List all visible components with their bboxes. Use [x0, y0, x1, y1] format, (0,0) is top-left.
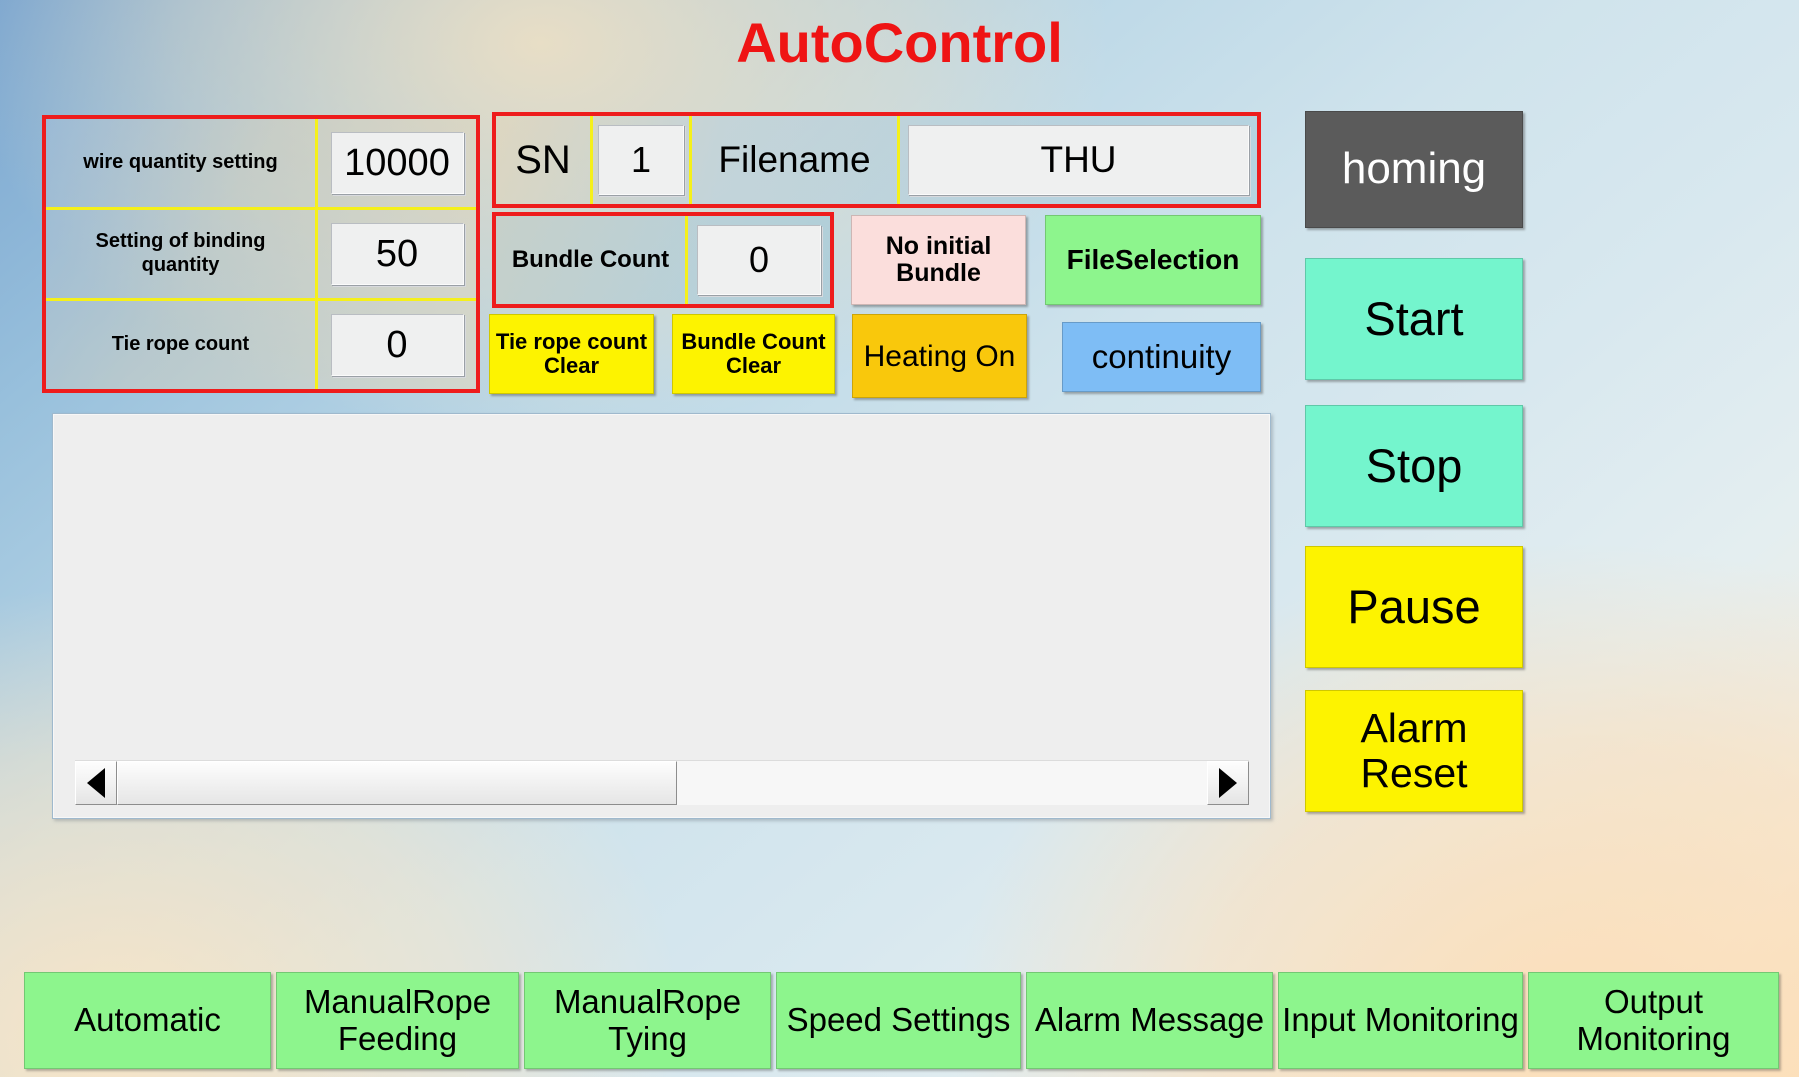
tab-manual-rope-tying[interactable]: ManualRope Tying: [524, 972, 771, 1069]
scrollbar-track[interactable]: [117, 761, 1207, 805]
sn-field-wrap: 1: [593, 116, 692, 204]
homing-button[interactable]: homing: [1305, 111, 1523, 228]
tab-output-monitoring[interactable]: Output Monitoring: [1528, 972, 1779, 1069]
sn-input[interactable]: 1: [598, 125, 684, 195]
heating-on-button[interactable]: Heating On: [852, 314, 1027, 398]
start-button[interactable]: Start: [1305, 258, 1523, 380]
settings-value-wrap-binding-quantity: 50: [318, 210, 476, 298]
content-panel: [52, 413, 1271, 819]
scrollbar-thumb[interactable]: [117, 761, 677, 805]
settings-row-wire-quantity: wire quantity setting 10000: [46, 119, 476, 210]
settings-row-binding-quantity: Setting of binding quantity 50: [46, 210, 476, 301]
tab-speed-settings[interactable]: Speed Settings: [776, 972, 1021, 1069]
page-title: AutoControl: [736, 11, 1063, 74]
settings-panel: wire quantity setting 10000 Setting of b…: [42, 115, 480, 393]
alarm-reset-button[interactable]: Alarm Reset: [1305, 690, 1523, 812]
tab-manual-rope-feeding[interactable]: ManualRope Feeding: [276, 972, 519, 1069]
pause-button[interactable]: Pause: [1305, 546, 1523, 668]
filename-input[interactable]: THU: [908, 125, 1249, 195]
bundle-count-input[interactable]: 0: [697, 225, 821, 295]
wire-quantity-setting-input[interactable]: 10000: [330, 132, 464, 194]
filename-field-wrap: THU: [900, 116, 1257, 204]
tab-automatic[interactable]: Automatic: [24, 972, 271, 1069]
stop-button[interactable]: Stop: [1305, 405, 1523, 527]
tie-rope-count-clear-button[interactable]: Tie rope count Clear: [489, 314, 654, 394]
settings-label-wire-quantity: wire quantity setting: [46, 119, 318, 207]
bundle-count-label: Bundle Count: [496, 216, 688, 304]
tab-alarm-message[interactable]: Alarm Message: [1026, 972, 1273, 1069]
settings-value-wrap-tie-rope-count: 0: [318, 301, 476, 389]
sn-label: SN: [496, 116, 593, 204]
settings-row-tie-rope-count: Tie rope count 0: [46, 301, 476, 389]
continuity-button[interactable]: continuity: [1062, 322, 1261, 392]
tie-rope-count-input[interactable]: 0: [330, 314, 464, 376]
settings-value-wrap-wire-quantity: 10000: [318, 119, 476, 207]
bundle-count-value-wrap: 0: [688, 216, 830, 304]
settings-label-tie-rope-count: Tie rope count: [46, 301, 318, 389]
triangle-right-icon: [1219, 768, 1237, 798]
scroll-right-button[interactable]: [1207, 761, 1249, 805]
horizontal-scrollbar[interactable]: [75, 760, 1249, 805]
message-list[interactable]: [55, 416, 1268, 758]
no-initial-bundle-button[interactable]: No initial Bundle: [851, 215, 1026, 305]
settings-label-binding-quantity: Setting of binding quantity: [46, 210, 318, 298]
bundle-count-panel: Bundle Count 0: [492, 212, 834, 308]
scroll-left-button[interactable]: [75, 761, 117, 805]
filename-label: Filename: [692, 116, 900, 204]
binding-quantity-setting-input[interactable]: 50: [330, 223, 464, 285]
sn-filename-panel: SN 1 Filename THU: [492, 112, 1261, 208]
file-selection-button[interactable]: FileSelection: [1045, 215, 1261, 305]
tab-input-monitoring[interactable]: Input Monitoring: [1278, 972, 1523, 1069]
tab-bar: Automatic ManualRope Feeding ManualRope …: [24, 972, 1779, 1069]
triangle-left-icon: [87, 768, 105, 798]
bundle-count-clear-button[interactable]: Bundle Count Clear: [672, 314, 835, 394]
